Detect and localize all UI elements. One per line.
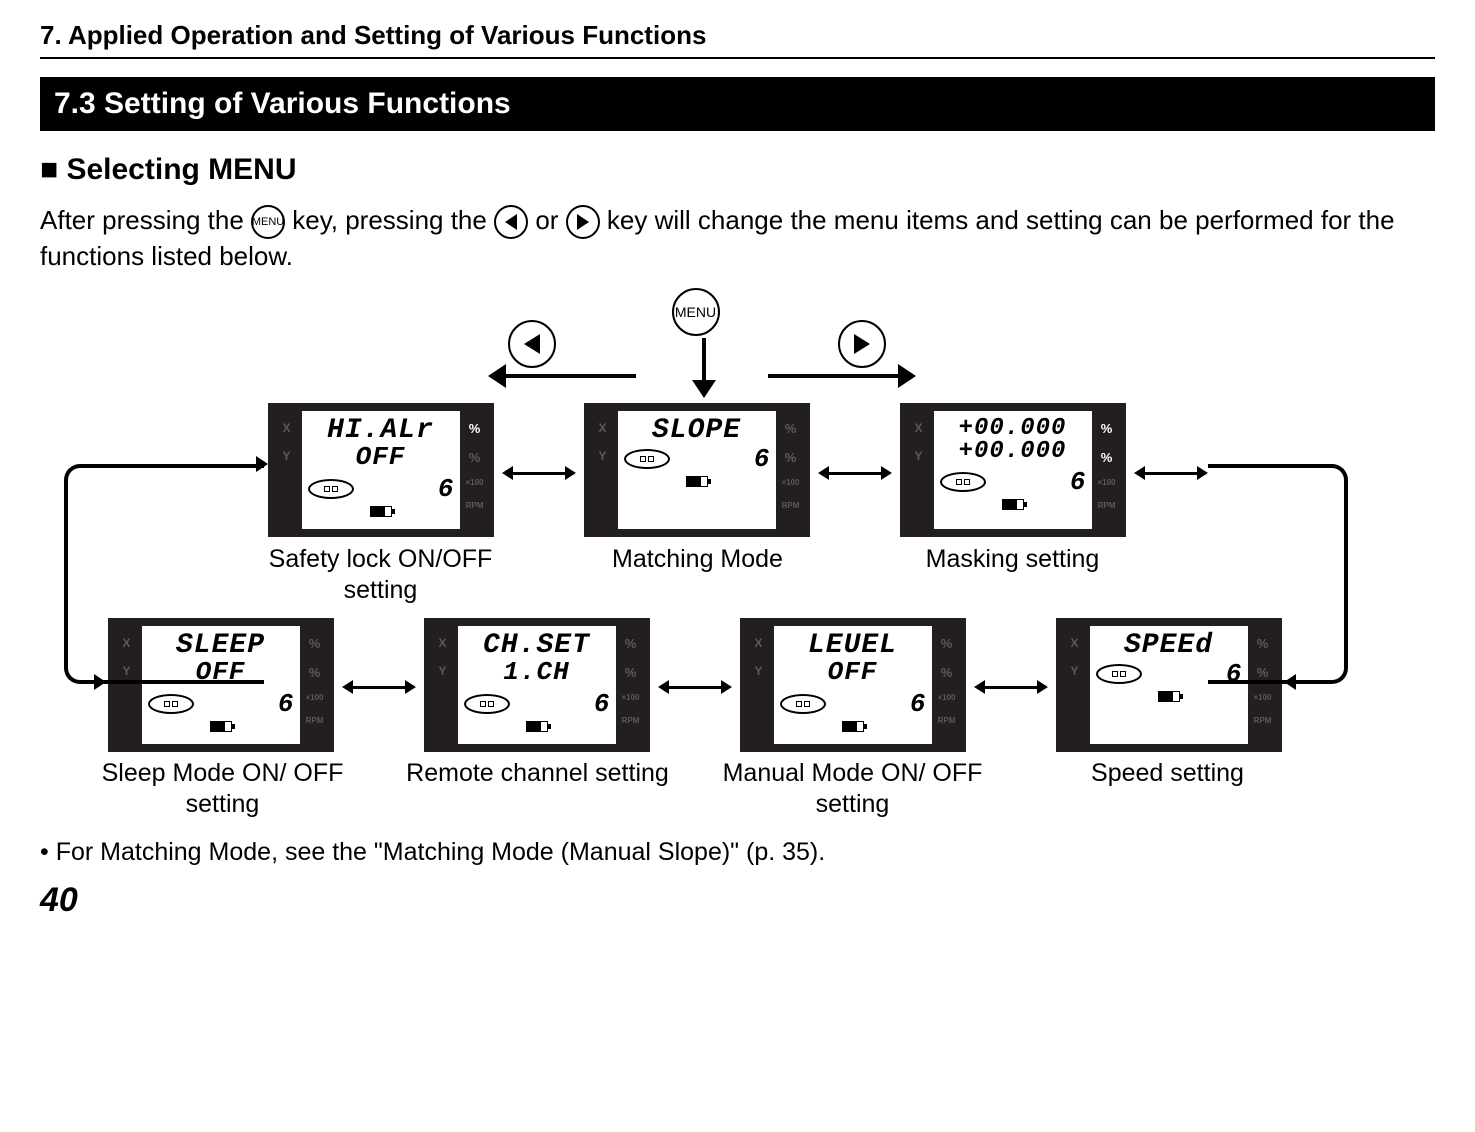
caption-manual: Manual Mode ON/ OFF setting bbox=[718, 758, 988, 821]
caption-matching: Matching Mode bbox=[568, 544, 828, 575]
menu-diagram: MENU XY HI.ALr OFF 6 %% ×100 RPM XY SLOPE bbox=[58, 288, 1418, 828]
safety-digit: 6 bbox=[438, 474, 454, 504]
matching-line1: SLOPE bbox=[618, 411, 776, 446]
loop-left-arrowhead-bottom-icon bbox=[94, 674, 106, 690]
label-rpm2: RPM bbox=[466, 502, 484, 511]
caption-safety: Safety lock ON/OFF setting bbox=[238, 544, 524, 607]
loop-right-line bbox=[1208, 464, 1348, 684]
caption-masking: Masking setting bbox=[888, 544, 1138, 575]
subhead-marker: ■ bbox=[40, 153, 66, 186]
level-bubble-icon bbox=[148, 694, 194, 714]
bidi-arrow-icon bbox=[1134, 466, 1208, 480]
footnote: • For Matching Mode, see the "Matching M… bbox=[40, 838, 1435, 867]
right-arrow-key-icon bbox=[566, 205, 600, 239]
bidi-arrow-icon bbox=[818, 466, 892, 480]
level-bubble-icon bbox=[308, 479, 354, 499]
label-rpm1: ×100 bbox=[465, 479, 483, 488]
subhead-text: Selecting MENU bbox=[66, 153, 296, 186]
battery-icon bbox=[526, 721, 548, 732]
tile-manual: XY LEUEL OFF 6 %%×100RPM bbox=[740, 618, 966, 752]
tile-channel: XY CH.SET 1.CH 6 %%×100RPM bbox=[424, 618, 650, 752]
loop-right-arrowhead-icon bbox=[1284, 674, 1296, 690]
level-bubble-icon bbox=[1096, 664, 1142, 684]
loop-left-arrowhead-top-icon bbox=[256, 456, 268, 472]
bidi-arrow-icon bbox=[658, 680, 732, 694]
left-arrow-key-icon bbox=[494, 205, 528, 239]
bidi-arrow-icon bbox=[502, 466, 576, 480]
level-bubble-icon bbox=[780, 694, 826, 714]
tile-masking: XY +00.000 +00.000 6 %%×100RPM bbox=[900, 403, 1126, 537]
level-bubble-icon bbox=[624, 449, 670, 469]
battery-icon bbox=[842, 721, 864, 732]
intro-part2: key, pressing the bbox=[292, 205, 494, 235]
matching-digit: 6 bbox=[754, 444, 770, 474]
label-y: Y bbox=[282, 449, 290, 463]
caption-sleep: Sleep Mode ON/ OFF setting bbox=[98, 758, 348, 821]
sleep-digit: 6 bbox=[278, 689, 294, 719]
channel-line2: 1.CH bbox=[458, 657, 616, 687]
down-arrow-icon bbox=[692, 338, 716, 398]
intro-paragraph: After pressing the MENU key, pressing th… bbox=[40, 203, 1435, 274]
menu-key-top-icon: MENU bbox=[672, 288, 720, 336]
manual-line2: OFF bbox=[774, 657, 932, 687]
battery-icon bbox=[686, 476, 708, 487]
intro-part3: or bbox=[535, 205, 558, 235]
safety-line1: HI.ALr bbox=[302, 411, 460, 446]
battery-icon bbox=[1158, 691, 1180, 702]
label-x: X bbox=[282, 421, 290, 435]
level-bubble-icon bbox=[464, 694, 510, 714]
subhead: ■ Selecting MENU bbox=[40, 153, 1435, 187]
battery-icon bbox=[210, 721, 232, 732]
big-arrow-right-icon bbox=[768, 364, 916, 388]
right-arrow-key-circle-icon bbox=[838, 320, 886, 368]
tile-safety-lock: XY HI.ALr OFF 6 %% ×100 RPM bbox=[268, 403, 494, 537]
loop-left-line bbox=[64, 464, 264, 684]
left-arrow-key-circle-icon bbox=[508, 320, 556, 368]
section-title: 7.3 Setting of Various Functions bbox=[40, 77, 1435, 131]
manual-line1: LEUEL bbox=[774, 626, 932, 661]
bidi-arrow-icon bbox=[974, 680, 1048, 694]
caption-speed: Speed setting bbox=[1048, 758, 1288, 789]
tile-matching-mode: XY SLOPE 6 %%×100RPM bbox=[584, 403, 810, 537]
level-bubble-icon bbox=[940, 472, 986, 492]
manual-digit: 6 bbox=[910, 689, 926, 719]
battery-icon bbox=[370, 506, 392, 517]
intro-part1: After pressing the bbox=[40, 205, 251, 235]
channel-line1: CH.SET bbox=[458, 626, 616, 661]
safety-line2: OFF bbox=[302, 442, 460, 472]
masking-line2: +00.000 bbox=[934, 438, 1092, 465]
bidi-arrow-icon bbox=[342, 680, 416, 694]
caption-channel: Remote channel setting bbox=[368, 758, 708, 789]
label-pct-dim: % bbox=[469, 450, 481, 465]
chapter-title: 7. Applied Operation and Setting of Vari… bbox=[40, 20, 1435, 59]
label-pct: % bbox=[469, 421, 481, 436]
menu-key-icon: MENU bbox=[251, 205, 285, 239]
battery-icon bbox=[1002, 499, 1024, 510]
page-number: 40 bbox=[40, 881, 1435, 920]
big-arrow-left-icon bbox=[488, 364, 636, 388]
masking-digit: 6 bbox=[1070, 467, 1086, 497]
channel-digit: 6 bbox=[594, 689, 610, 719]
